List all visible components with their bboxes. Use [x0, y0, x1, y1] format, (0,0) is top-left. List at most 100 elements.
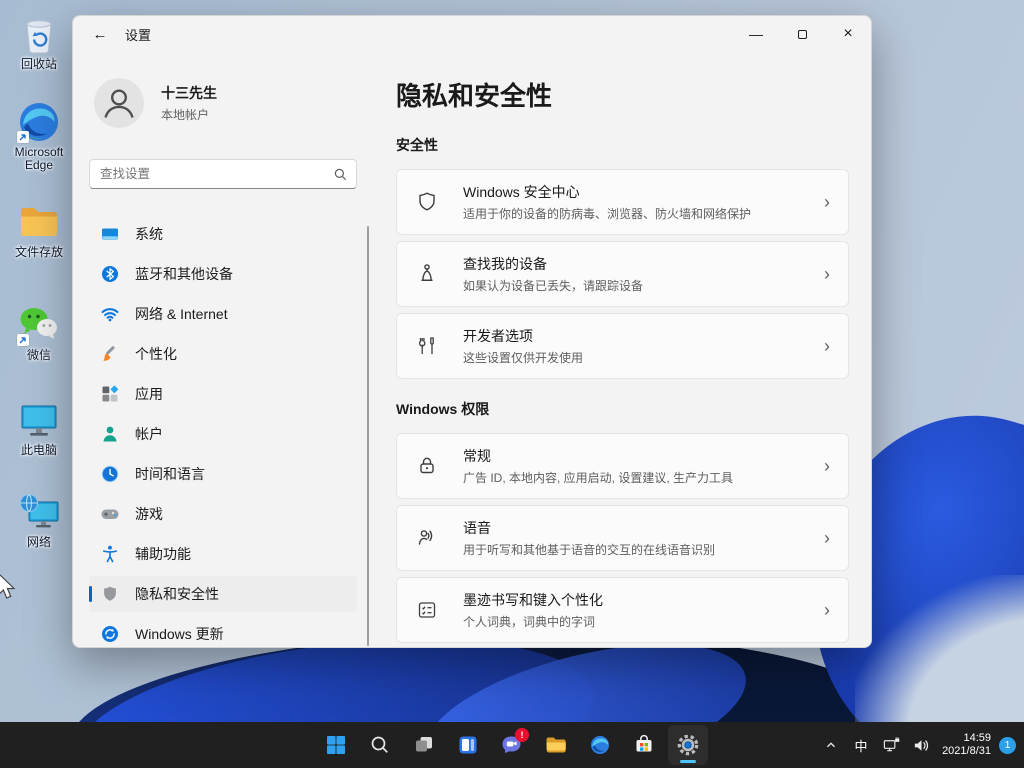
find-device-icon — [415, 262, 439, 286]
card-general[interactable]: 常规广告 ID, 本地内容, 应用启动, 设置建议, 生产力工具 › — [396, 433, 849, 499]
system-icon — [100, 224, 120, 244]
task-view-button[interactable] — [404, 725, 444, 765]
microsoft-store-button[interactable] — [624, 725, 664, 765]
sidebar-nav: 系统 蓝牙和其他设备 网络 & Internet 个性化 应用 — [89, 216, 357, 648]
sidebar-item-privacy-security[interactable]: 隐私和安全性 — [89, 576, 357, 612]
sidebar-item-network[interactable]: 网络 & Internet — [89, 296, 357, 332]
sidebar-item-apps[interactable]: 应用 — [89, 376, 357, 412]
desktop: 回收站 Microsoft Edge 文件存放 微信 此电脑 网络 — [0, 0, 1024, 768]
widgets-icon — [456, 733, 480, 757]
card-developer-options[interactable]: 开发者选项这些设置仅供开发使用 › — [396, 313, 849, 379]
settings-window: ← 设置 — × 十三先生 本地帐户 — [72, 15, 872, 648]
chat-button[interactable]: ! — [492, 725, 532, 765]
desktop-icon-label: 网络 — [6, 536, 72, 549]
clock[interactable]: 14:59 2021/8/31 — [942, 732, 991, 759]
date: 2021/8/31 — [942, 745, 991, 759]
taskbar: ! 中 — [0, 722, 1024, 768]
accessibility-icon — [100, 544, 120, 564]
sidebar-item-accounts[interactable]: 帐户 — [89, 416, 357, 452]
shortcut-arrow-icon — [17, 334, 29, 346]
taskbar-search-button[interactable] — [360, 725, 400, 765]
desktop-icon-recycle-bin[interactable]: 回收站 — [6, 12, 72, 71]
privacy-shield-icon — [100, 584, 120, 604]
chat-notification-badge: ! — [515, 728, 529, 742]
sidebar-item-time-language[interactable]: 时间和语言 — [89, 456, 357, 492]
recycle-bin-icon — [17, 12, 61, 56]
sidebar-item-bluetooth[interactable]: 蓝牙和其他设备 — [89, 256, 357, 292]
gaming-icon — [100, 504, 120, 524]
mouse-cursor — [0, 571, 17, 603]
chevron-up-icon — [824, 738, 838, 752]
desktop-icon-label: 微信 — [6, 349, 72, 362]
personalization-icon — [100, 344, 120, 364]
speech-icon — [415, 526, 439, 550]
avatar — [94, 78, 144, 128]
settings-content: 隐私和安全性 安全性 Windows 安全中心适用于你的设备的防病毒、浏览器、防… — [396, 52, 849, 647]
titlebar: ← 设置 — × — [73, 16, 871, 52]
sidebar-item-accessibility[interactable]: 辅助功能 — [89, 536, 357, 572]
windows-logo-icon — [324, 733, 348, 757]
start-button[interactable] — [316, 725, 356, 765]
folder-icon — [17, 200, 61, 244]
desktop-icon-label: 文件存放 — [6, 246, 72, 259]
search-box — [89, 159, 357, 189]
chevron-right-icon: › — [824, 528, 830, 549]
settings-button[interactable] — [668, 725, 708, 765]
card-find-my-device[interactable]: 查找我的设备如果认为设备已丢失，请跟踪设备 › — [396, 241, 849, 307]
edge-icon — [17, 100, 61, 144]
chevron-right-icon: › — [824, 336, 830, 357]
card-speech[interactable]: 语音用于听写和其他基于语音的交互的在线语音识别 › — [396, 505, 849, 571]
sidebar-item-personalization[interactable]: 个性化 — [89, 336, 357, 372]
close-button[interactable]: × — [825, 16, 871, 52]
back-button[interactable]: ← — [83, 20, 117, 48]
desktop-icon-this-pc[interactable]: 此电脑 — [6, 398, 72, 457]
shield-outline-icon — [415, 190, 439, 214]
this-pc-icon — [17, 398, 61, 442]
chevron-right-icon: › — [824, 600, 830, 621]
widgets-button[interactable] — [448, 725, 488, 765]
chevron-right-icon: › — [824, 456, 830, 477]
desktop-icon-wechat[interactable]: 微信 — [6, 303, 72, 362]
developer-icon — [415, 334, 439, 358]
ethernet-icon — [882, 736, 901, 755]
desktop-icon-network[interactable]: 网络 — [6, 490, 72, 549]
store-icon — [632, 733, 656, 757]
time-language-icon — [100, 464, 120, 484]
maximize-button[interactable] — [779, 16, 825, 52]
sidebar-item-windows-update[interactable]: Windows 更新 — [89, 616, 357, 648]
network-tray-button[interactable] — [876, 728, 906, 762]
card-windows-security[interactable]: Windows 安全中心适用于你的设备的防病毒、浏览器、防火墙和网络保护 › — [396, 169, 849, 235]
minimize-button[interactable]: — — [733, 16, 779, 52]
accounts-icon — [100, 424, 120, 444]
volume-button[interactable] — [906, 728, 936, 762]
edge-button[interactable] — [580, 725, 620, 765]
card-inking-typing[interactable]: 墨迹书写和键入个性化个人词典，词典中的字词 › — [396, 577, 849, 643]
wifi-icon — [100, 304, 120, 324]
windows-update-icon — [100, 624, 120, 644]
hidden-icons-chevron[interactable] — [816, 728, 846, 762]
desktop-icon-folder[interactable]: 文件存放 — [6, 200, 72, 259]
section-header-security: 安全性 — [396, 135, 438, 155]
sidebar-item-system[interactable]: 系统 — [89, 216, 357, 252]
system-tray: 中 14:59 2021/8/31 1 — [816, 722, 1018, 768]
settings-gear-icon — [675, 732, 701, 758]
page-title: 隐私和安全性 — [396, 76, 552, 113]
ime-indicator[interactable]: 中 — [846, 728, 876, 762]
settings-sidebar: 十三先生 本地帐户 系统 蓝牙和其他设备 网络 & — [73, 52, 379, 647]
desktop-icon-label: 此电脑 — [6, 444, 72, 457]
chevron-right-icon: › — [824, 264, 830, 285]
desktop-icon-edge[interactable]: Microsoft Edge — [6, 100, 72, 172]
window-title: 设置 — [125, 25, 151, 44]
speaker-icon — [912, 736, 931, 755]
file-explorer-button[interactable] — [536, 725, 576, 765]
search-input[interactable] — [90, 160, 356, 188]
maximize-icon — [798, 30, 807, 39]
selected-indicator — [89, 586, 92, 602]
file-explorer-icon — [544, 733, 568, 757]
notification-count-badge[interactable]: 1 — [999, 737, 1016, 754]
chevron-right-icon: › — [824, 192, 830, 213]
sidebar-item-gaming[interactable]: 游戏 — [89, 496, 357, 532]
search-icon — [368, 733, 392, 757]
sidebar-scrollbar[interactable] — [367, 226, 369, 646]
active-app-indicator — [680, 760, 696, 763]
